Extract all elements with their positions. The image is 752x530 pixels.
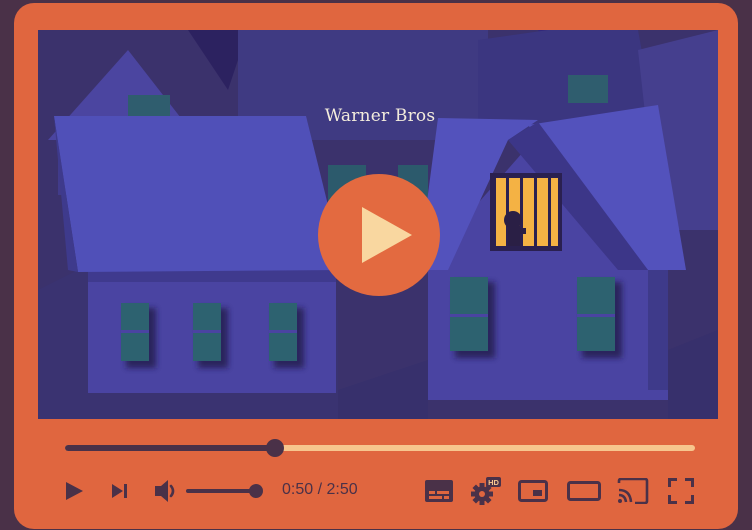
- volume-handle[interactable]: [249, 484, 263, 498]
- play-icon: [362, 207, 412, 263]
- volume-track: [186, 489, 256, 493]
- volume-icon: [155, 480, 175, 502]
- progress-scrubber[interactable]: [265, 439, 284, 457]
- subtitles-button[interactable]: [422, 475, 456, 507]
- play-button[interactable]: [62, 475, 86, 507]
- video-title: Warner Bros: [324, 106, 436, 126]
- progress-bar[interactable]: [65, 439, 695, 457]
- subtitles-icon: [425, 480, 453, 502]
- current-time: 0:50: [282, 481, 314, 498]
- video-frame[interactable]: Warner Bros: [38, 30, 718, 419]
- mute-button[interactable]: [153, 475, 183, 507]
- time-display: 0:50 / 2:50: [282, 481, 358, 499]
- progress-played: [65, 445, 275, 451]
- miniplayer-icon: [518, 480, 548, 502]
- volume-slider[interactable]: [186, 484, 263, 498]
- time-separator: /: [317, 481, 323, 498]
- skip-next-icon: [112, 484, 127, 498]
- cast-icon: [617, 478, 649, 504]
- theater-mode-button[interactable]: [566, 475, 602, 507]
- big-play-button[interactable]: [318, 174, 440, 296]
- miniplayer-button[interactable]: [516, 475, 550, 507]
- play-icon: [66, 482, 83, 500]
- fullscreen-button[interactable]: [666, 475, 696, 507]
- gear-hd-icon: HD: [471, 477, 501, 505]
- settings-button[interactable]: HD: [466, 475, 506, 507]
- fullscreen-icon: [668, 478, 694, 504]
- video-player: Warner Bros 0:50 / 2:50 HD: [14, 3, 738, 529]
- theater-mode-icon: [567, 481, 601, 501]
- hd-badge: HD: [488, 478, 499, 487]
- cast-button[interactable]: [616, 475, 650, 507]
- duration: 2:50: [326, 481, 358, 498]
- next-button[interactable]: [108, 475, 132, 507]
